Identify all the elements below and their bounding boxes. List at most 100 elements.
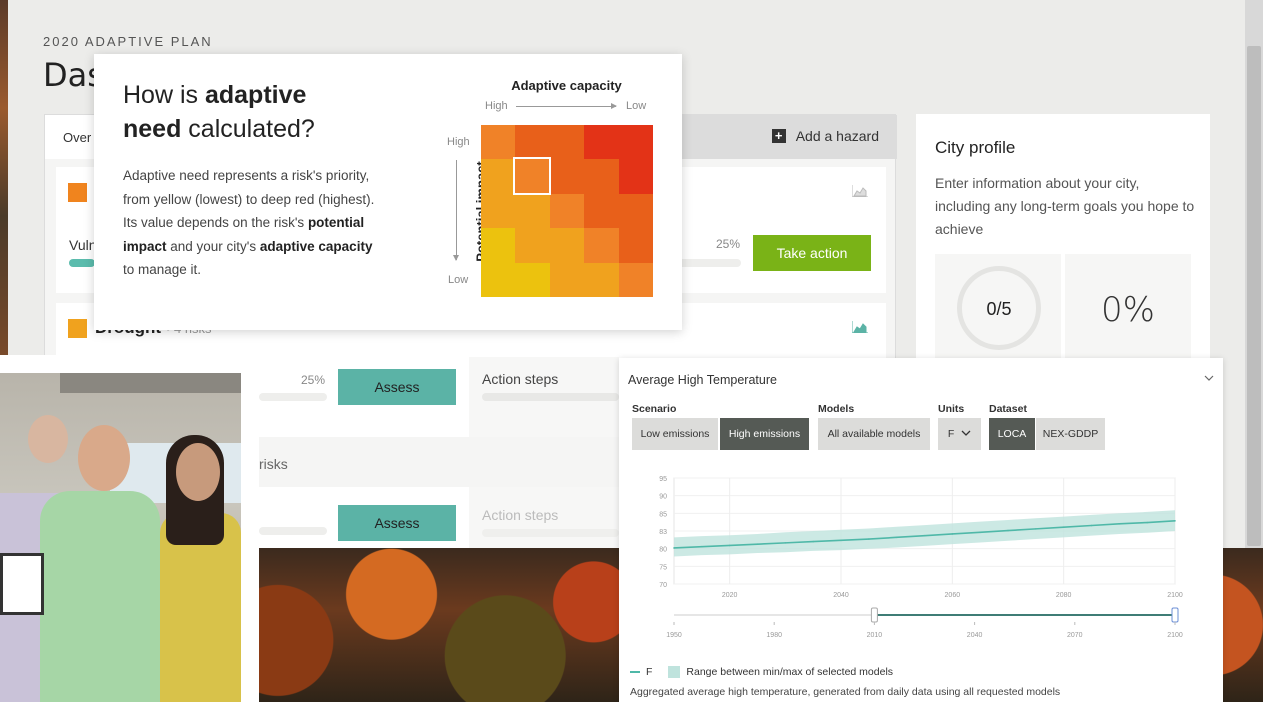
x-tick-label: 2100 xyxy=(1167,592,1183,599)
dataset-loca[interactable]: LOCA xyxy=(989,418,1035,450)
matrix-cell xyxy=(549,193,585,229)
award-plaque xyxy=(0,553,44,615)
matrix-cell xyxy=(481,262,516,297)
dataset-label: Dataset xyxy=(989,403,1027,415)
legend-range-label: Range between min/max of selected models xyxy=(686,666,894,678)
matrix-cell xyxy=(584,125,619,160)
scenario-low-emissions[interactable]: Low emissions xyxy=(632,418,718,450)
page-scrollbar[interactable] xyxy=(1245,0,1263,548)
series-point xyxy=(1174,520,1176,522)
hazard-color-swatch xyxy=(68,183,87,202)
y-tick-label: 70 xyxy=(659,582,667,589)
matrix-cell xyxy=(515,228,550,263)
matrix-selected-cell xyxy=(513,157,551,195)
assess-button[interactable]: Assess xyxy=(338,505,456,541)
series-point xyxy=(1146,521,1148,524)
series-point xyxy=(673,547,675,549)
matrix-cell xyxy=(584,159,619,194)
series-point xyxy=(728,544,731,547)
series-point xyxy=(923,534,926,537)
matrix-cell xyxy=(618,228,653,263)
plus-icon: + xyxy=(771,129,786,143)
risk-row: Assess Action steps xyxy=(259,487,619,548)
x-tick-label: 2020 xyxy=(722,592,738,599)
adaptive-need-matrix xyxy=(481,125,653,297)
vulnerability-progress xyxy=(69,259,95,267)
temperature-widget: Average High Temperature Scenario Low em… xyxy=(619,358,1223,702)
matrix-cell xyxy=(515,125,550,160)
dataset-nex-gddp[interactable]: NEX-GDDP xyxy=(1036,418,1105,450)
temperature-chart[interactable]: 70 75 80 83 85 90 95 2020 2040 2060 2080 2100 1950 19… xyxy=(619,458,1223,663)
matrix-cell xyxy=(618,193,653,229)
matrix-cell xyxy=(618,262,653,297)
chevron-down-icon[interactable] xyxy=(1204,373,1214,383)
matrix-cell xyxy=(515,193,550,229)
y-tick-label: 83 xyxy=(659,529,667,536)
series-point xyxy=(979,531,981,534)
series-point xyxy=(895,536,898,539)
assess-percent: 25% xyxy=(716,237,741,251)
matrix-cell xyxy=(549,125,585,160)
series-point xyxy=(951,533,954,535)
hazard-card-3: risks Assess Action steps xyxy=(259,437,619,548)
matrix-cell xyxy=(481,228,516,263)
drought-risk-row: 25% Assess Action steps xyxy=(259,357,619,437)
add-hazard-button[interactable]: + Add a hazard xyxy=(771,128,879,144)
arrow-down-icon xyxy=(453,160,459,261)
matrix-x-low: Low xyxy=(626,100,647,112)
chart-legend: F Range between min/max of selected mode… xyxy=(630,666,893,678)
x-tick-label: 2080 xyxy=(1056,592,1072,599)
range-handle[interactable] xyxy=(870,607,878,623)
widget-title: Average High Temperature xyxy=(628,373,777,387)
series-point xyxy=(1035,528,1037,530)
x-tick-label: 2040 xyxy=(833,592,849,599)
matrix-cell xyxy=(549,228,585,263)
chevron-down-icon xyxy=(961,430,971,436)
goals-progress-value: 0/5 xyxy=(986,299,1012,319)
units-label: Units xyxy=(938,403,965,415)
chart-icon[interactable] xyxy=(852,321,868,333)
assess-button[interactable]: Assess xyxy=(338,369,456,405)
assess-progress-track xyxy=(259,527,327,535)
city-profile-panel: City profile Enter information about you… xyxy=(916,114,1210,364)
matrix-cell xyxy=(584,262,619,297)
series-point xyxy=(701,545,703,548)
action-steps-panel: Action steps xyxy=(469,487,619,548)
matrix-x-high: High xyxy=(485,100,508,112)
plan-eyebrow: 2020 ADAPTIVE PLAN xyxy=(43,34,213,49)
action-steps-label: Action steps xyxy=(482,507,559,523)
matrix-cell xyxy=(618,125,653,160)
matrix-cell xyxy=(481,193,516,229)
scenario-high-emissions[interactable]: High emissions xyxy=(720,418,809,450)
matrix-cell xyxy=(481,159,516,194)
adaptive-need-tooltip: How is adaptive need calculated? Adaptive… xyxy=(94,54,682,330)
matrix-cell xyxy=(549,262,585,297)
units-value: F xyxy=(947,428,955,440)
range-handle[interactable] xyxy=(1171,607,1179,623)
chart-icon[interactable] xyxy=(852,185,868,197)
team-photo xyxy=(0,355,259,702)
progress-ring: 0/5 xyxy=(957,266,1041,350)
completion-percent-stat: 0% xyxy=(1065,254,1191,364)
scrollbar-thumb[interactable] xyxy=(1247,46,1261,546)
scenario-label: Scenario xyxy=(632,403,677,415)
take-action-button[interactable]: Take action xyxy=(753,235,871,271)
matrix-y-high: High xyxy=(447,136,470,148)
models-select[interactable]: All available models xyxy=(818,418,930,450)
goals-progress-stat: 0/5 xyxy=(935,254,1061,364)
hazard-risk-count: risks xyxy=(259,456,288,472)
y-tick-label: 75 xyxy=(659,564,667,571)
matrix-cell xyxy=(584,228,619,263)
units-select[interactable]: F xyxy=(938,418,981,450)
range-tick-label: 1950 xyxy=(666,632,682,639)
popup-question: How is adaptive need calculated? xyxy=(123,81,315,143)
hazard-color-swatch xyxy=(68,319,87,338)
vulnerability-label: Vuln xyxy=(69,237,97,253)
legend-line-swatch xyxy=(630,671,640,673)
action-steps-panel: Action steps xyxy=(469,357,619,437)
person xyxy=(40,491,160,702)
matrix-y-low: Low xyxy=(448,274,469,286)
x-tick-label: 2060 xyxy=(945,592,961,599)
city-profile-title: City profile xyxy=(935,138,1016,157)
chart-caption: Aggregated average high temperature, gen… xyxy=(630,686,1061,698)
